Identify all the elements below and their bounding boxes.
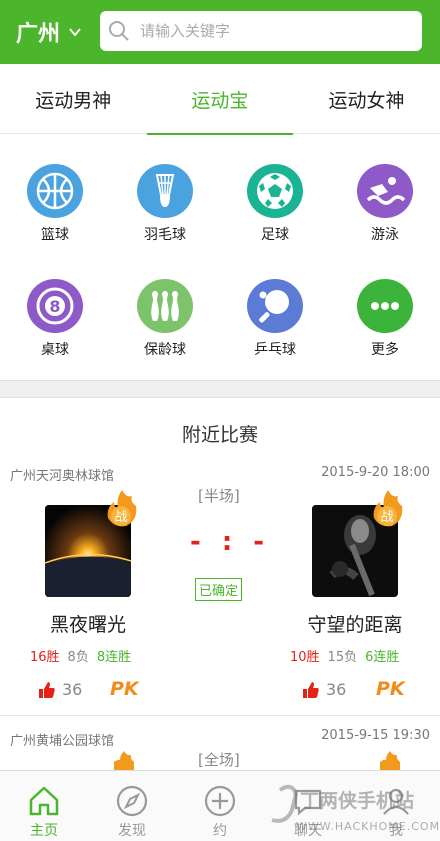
streak: 6连胜: [365, 650, 400, 665]
match-score: - : -: [190, 527, 271, 557]
venue-name: 广州天河奥林球馆: [10, 469, 115, 484]
sport-label: 羽毛球: [144, 227, 186, 243]
thumbs-up-icon: [303, 681, 319, 698]
city-selector[interactable]: 广州: [16, 16, 82, 48]
nav-label: 约: [213, 823, 227, 839]
match-type: [全场]: [198, 751, 240, 769]
sport-label: 更多: [371, 342, 399, 358]
sport-badminton[interactable]: 羽毛球: [110, 134, 220, 244]
sport-label: 足球: [261, 227, 289, 243]
away-like-button[interactable]: 36: [302, 680, 346, 699]
soccer-icon: [247, 164, 303, 218]
sport-label: 桌球: [41, 342, 69, 358]
streak: 8连胜: [96, 650, 132, 665]
sport-basketball[interactable]: 篮球: [0, 134, 110, 244]
badminton-icon: [137, 164, 193, 218]
away-pk-button[interactable]: PK: [376, 678, 405, 700]
billiards-icon: 8: [27, 279, 83, 333]
category-tabs: 运动男神 运动宝 运动女神: [0, 64, 440, 135]
battle-badge-icon: [380, 751, 400, 770]
wins: 16胜: [30, 650, 60, 665]
home-team-name: 黑夜曙光: [49, 614, 126, 636]
pingpong-icon: [247, 279, 303, 333]
like-count: 36: [62, 680, 83, 699]
home-icon: [29, 786, 59, 816]
search-input[interactable]: [140, 22, 400, 40]
more-icon: [357, 279, 413, 333]
losses: 8负: [67, 650, 89, 665]
chevron-down-icon: [69, 28, 81, 37]
nav-appointment[interactable]: 约: [176, 771, 264, 841]
battle-badge-icon: [114, 751, 134, 770]
watermark-url: WWW.HACKHOME.COM: [296, 820, 440, 833]
sport-pingpong[interactable]: 乒乓球: [220, 249, 330, 359]
section-divider: [0, 380, 440, 398]
match-datetime: 2015-9-20 18:00: [321, 465, 430, 480]
sport-billiards[interactable]: 8 桌球: [0, 249, 110, 359]
nearby-matches-title: 附近比赛: [181, 424, 258, 446]
sport-bowling[interactable]: 保龄球: [110, 249, 220, 359]
plus-circle-icon: [204, 785, 236, 817]
battle-badge-icon: 战: [107, 490, 137, 527]
home-team-record: 16胜 8负 8连胜: [30, 646, 131, 665]
nav-label: 发现: [118, 823, 146, 839]
home-pk-button[interactable]: PK: [110, 678, 139, 700]
search-icon: [109, 21, 129, 41]
away-team-name: 守望的距离: [307, 614, 403, 636]
nav-home[interactable]: 主页: [0, 771, 88, 841]
city-label: 广州: [16, 22, 61, 47]
sport-swimming[interactable]: 游泳: [330, 134, 440, 244]
battle-badge-text: 战: [380, 510, 393, 525]
nav-label: 主页: [30, 823, 58, 839]
away-team-record: 10胜 15负 6连胜: [290, 646, 399, 665]
match-type: [半场]: [198, 487, 240, 505]
match-datetime: 2015-9-15 19:30: [321, 728, 430, 743]
sport-label: 游泳: [371, 227, 399, 243]
status-badge: 已确定: [195, 578, 243, 601]
nav-discover[interactable]: 发现: [88, 771, 176, 841]
sport-label: 篮球: [41, 227, 69, 243]
venue-name: 广州黄埔公园球馆: [10, 734, 115, 749]
swimming-icon: [357, 164, 413, 218]
top-bar: 广州: [0, 0, 440, 64]
sport-label: 保龄球: [144, 342, 186, 358]
svg-text:8: 8: [49, 297, 60, 316]
sport-soccer[interactable]: 足球: [220, 134, 330, 244]
home-like-button[interactable]: 36: [38, 680, 82, 699]
basketball-icon: [27, 164, 83, 218]
battle-badge-icon: 战: [373, 490, 403, 527]
watermark-text: 丁两侠手机站: [300, 790, 415, 812]
search-box[interactable]: [100, 11, 422, 51]
compass-icon: [116, 785, 148, 817]
card-divider: [0, 715, 440, 716]
sports-grid: 篮球 羽毛球 足球 游泳 8 桌球 保龄球 乒乓球 更多: [0, 134, 440, 380]
tab-sports-treasure[interactable]: 运动宝: [146, 64, 294, 135]
battle-badge-text: 战: [114, 510, 127, 525]
tab-sports-women[interactable]: 运动女神: [293, 64, 440, 134]
like-count: 36: [326, 680, 347, 699]
bowling-icon: [137, 279, 193, 333]
tab-sports-men[interactable]: 运动男神: [0, 64, 147, 134]
sport-more[interactable]: 更多: [330, 249, 440, 359]
wins: 10胜: [290, 650, 320, 665]
thumbs-up-icon: [39, 681, 55, 698]
losses: 15负: [327, 650, 358, 665]
sport-label: 乒乓球: [254, 342, 296, 358]
